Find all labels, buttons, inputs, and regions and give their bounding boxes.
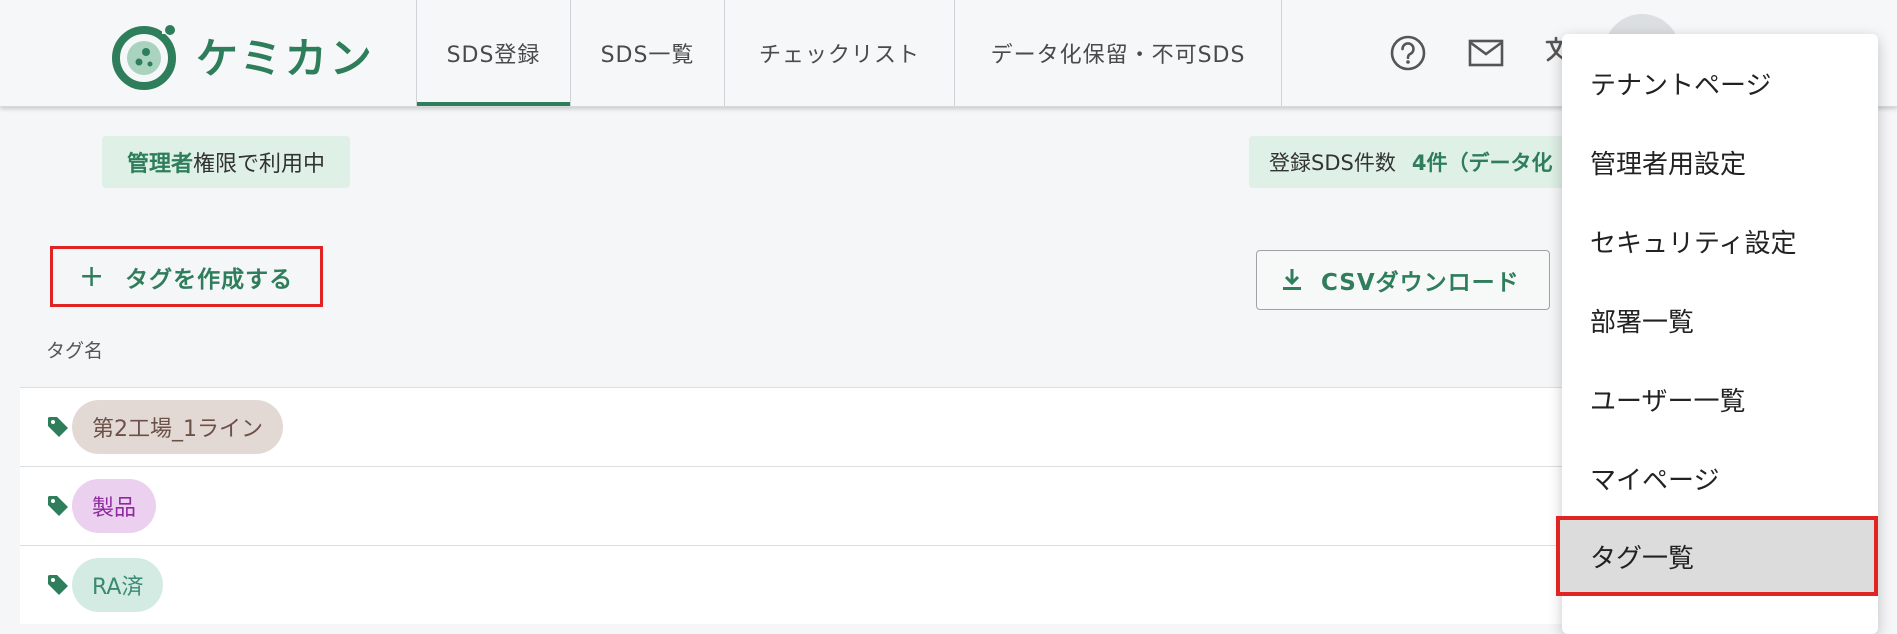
tab-label: チェックリスト [758,43,920,68]
tag-icon [48,417,68,437]
tab-sds-list[interactable]: SDS一覧 [570,0,724,106]
tag-chip[interactable]: 製品 [72,479,157,533]
tab-pending-sds[interactable]: データ化保留・不可SDS [954,0,1282,106]
menu-item-tenant-page[interactable]: テナントページ [1562,43,1878,123]
menu-item-admin-settings[interactable]: 管理者用設定 [1562,122,1878,202]
sds-count-label: 登録SDS件数 [1269,151,1396,175]
column-header-tag-name: タグ名 [46,340,104,362]
tag-chip[interactable]: 第2工場_1ライン [72,400,283,454]
app-logo[interactable]: ケミカン [108,18,375,92]
logo-text: ケミカン [196,33,375,83]
table-row[interactable]: 第2工場_1ライン [20,387,1600,466]
sds-count-value: 4件（データ化 [1411,151,1553,175]
logo-mark-icon [108,18,182,92]
tag-chip-label: 第2工場_1ライン [92,417,263,442]
menu-item-user-list[interactable]: ユーザー一覧 [1562,359,1878,439]
tab-sds-register[interactable]: SDS登録 [416,0,570,106]
download-icon [1283,269,1301,290]
csv-download-button[interactable]: CSVダウンロード [1256,250,1550,310]
tab-label: SDS一覧 [600,43,695,68]
menu-item-label: マイページ [1590,465,1720,496]
main-nav: SDS登録 SDS一覧 チェックリスト データ化保留・不可SDS [416,0,1282,106]
menu-item-label: ユーザー一覧 [1590,386,1746,417]
table-row[interactable]: RA済 [20,545,1600,624]
user-menu-dropdown: テナントページ 管理者用設定 セキュリティ設定 部署一覧 ユーザー一覧 マイペー… [1556,34,1878,634]
menu-item-security-settings[interactable]: セキュリティ設定 [1562,201,1878,281]
tag-icon [48,575,68,595]
tab-label: SDS登録 [446,43,541,68]
create-tag-label: タグを作成する [125,266,294,293]
plus-icon: + [79,258,106,294]
tag-chip-label: RA済 [92,575,144,600]
menu-item-label: テナントページ [1590,70,1772,101]
menu-item-label: 部署一覧 [1590,307,1695,338]
tag-icon [48,496,68,516]
menu-item-my-page[interactable]: マイページ [1562,438,1878,518]
menu-item-tag-list[interactable]: タグ一覧 [1556,516,1878,596]
admin-role-badge: 管理者 権限で利用中 [102,136,350,188]
menu-item-label: 管理者用設定 [1590,149,1747,180]
table-row[interactable]: 製品 [20,466,1600,545]
mail-icon[interactable] [1467,34,1505,72]
help-icon[interactable] [1389,34,1427,72]
tab-checklist[interactable]: チェックリスト [724,0,954,106]
tag-chip-label: 製品 [92,496,137,521]
tag-chip[interactable]: RA済 [72,558,164,612]
menu-item-department-list[interactable]: 部署一覧 [1562,280,1878,360]
tab-label: データ化保留・不可SDS [990,43,1246,68]
menu-item-label: タグ一覧 [1590,543,1695,574]
create-tag-button[interactable]: + タグを作成する [50,246,323,307]
admin-role-strong: 管理者 [126,152,193,177]
admin-role-text: 権限で利用中 [193,152,326,177]
csv-download-label: CSVダウンロード [1321,270,1520,296]
menu-item-label: セキュリティ設定 [1590,228,1797,259]
